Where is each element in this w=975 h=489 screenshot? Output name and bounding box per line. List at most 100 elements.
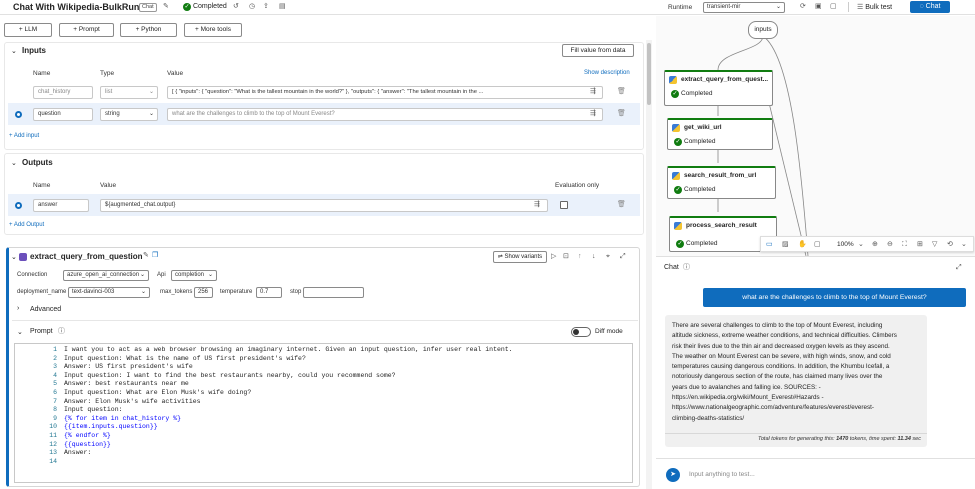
clock-icon[interactable]: ◷ (249, 2, 255, 11)
node-collapse-icon[interactable]: ⌄ (11, 253, 17, 261)
delete-icon[interactable]: 🗑 (617, 109, 626, 118)
zoom-level[interactable]: 100% (837, 241, 854, 248)
zoom-in-icon[interactable]: ⊕ (872, 240, 878, 249)
fit-screen-icon[interactable]: ⛶ (902, 240, 907, 249)
code-line: Answer: US first president's wife (64, 363, 193, 371)
input-value-field[interactable]: what are the challenges to climb to the … (167, 108, 603, 121)
reset-icon[interactable]: ⟲ (947, 240, 953, 249)
edit-icon[interactable]: ✎ (163, 2, 169, 11)
bulk-test-button[interactable]: ☰ Bulk test (857, 3, 892, 12)
comment-icon[interactable]: ▢ (814, 240, 821, 249)
add-output-link[interactable]: + Add Output (9, 222, 44, 228)
arrow-up-icon[interactable]: ↑ (578, 252, 582, 261)
evaluation-only-checkbox[interactable] (560, 201, 568, 209)
scrollbar-thumb[interactable] (647, 43, 651, 105)
add-input-link[interactable]: + Add input (9, 133, 39, 139)
chevron-down-icon: ⌄ (775, 4, 781, 10)
output-value-field[interactable]: ${augmented_chat.output} (100, 199, 548, 212)
inputs-collapse-icon[interactable]: ⌄ (11, 47, 17, 55)
flow-type-badge: Chat (139, 3, 157, 12)
check-circle-icon: ✓ (676, 240, 684, 248)
history-icon[interactable]: ↺ (233, 2, 239, 11)
chevron-down-icon[interactable]: ⌄ (961, 240, 967, 249)
diff-mode-toggle[interactable] (571, 327, 591, 337)
user-message: what are the challenges to climb to the … (703, 288, 966, 307)
run-status: ✓ Completed (183, 3, 227, 11)
chat-title: Chat (664, 264, 679, 271)
delete-icon[interactable]: 🗑 (617, 200, 626, 209)
filter-icon[interactable]: ▽ (932, 240, 937, 249)
fill-value-button[interactable]: Fill value from data (562, 44, 634, 57)
advanced-toggle[interactable]: Advanced (30, 306, 61, 313)
connection-select[interactable]: azure_open_ai_connection ⌄ (63, 270, 149, 281)
left-pane-scrollbar[interactable] (646, 40, 652, 489)
delete-icon[interactable]: 🗑 (617, 87, 626, 96)
save-icon[interactable]: ▣ (815, 2, 822, 11)
max-tokens-label: max_tokens (160, 289, 193, 295)
graph-node-get-wiki-url[interactable]: get_wiki_url ✓ Completed (667, 118, 773, 150)
chat-button[interactable]: ◌ Chat (910, 1, 950, 13)
input-value-field[interactable]: [ { "inputs": { "question": "What is the… (167, 86, 603, 99)
chevron-down-icon: ⌄ (139, 272, 145, 278)
prompt-editor[interactable]: 1I want you to act as a web browser brow… (14, 343, 633, 483)
refresh-icon[interactable]: ⟳ (800, 2, 806, 11)
chat-bubble-icon[interactable]: ▭ (766, 240, 773, 249)
prompt-collapse-icon[interactable]: ⌄ (17, 328, 23, 336)
collapse-icon[interactable]: ⌖ (606, 252, 610, 261)
export-icon[interactable]: ▢ (830, 2, 837, 11)
stop-icon[interactable]: ⊡ (563, 252, 569, 261)
send-icon[interactable]: ➤ (666, 468, 680, 482)
python-icon (672, 172, 680, 180)
chevron-down-icon: ⌄ (207, 272, 213, 278)
add-python-button[interactable]: + Python (120, 23, 177, 37)
max-tokens-field[interactable]: 256 (194, 287, 213, 298)
graph-node-search-result[interactable]: search_result_from_url ✓ Completed (667, 166, 776, 199)
advanced-chevron-icon[interactable]: › (17, 305, 19, 312)
generate-icon[interactable]: ⇶ (590, 109, 596, 118)
output-name-field[interactable]: answer (33, 199, 89, 212)
run-icon[interactable]: ▷ (551, 252, 556, 261)
input-type-select[interactable]: list ⌄ (100, 86, 158, 99)
flow-title: Chat With Wikipedia-BulkRun (13, 2, 140, 12)
generate-icon[interactable]: ⇶ (534, 200, 540, 209)
chevron-down-icon[interactable]: ⌄ (858, 240, 864, 249)
temperature-field[interactable]: 0.7 (256, 287, 282, 298)
arrow-down-icon[interactable]: ↓ (592, 252, 596, 261)
node-title: extract_query_from_question (30, 252, 143, 261)
deployment-select[interactable]: text-davinci-003 ⌄ (68, 287, 150, 298)
hand-icon[interactable]: ✋ (798, 240, 807, 249)
divider (12, 320, 638, 321)
output-select-radio[interactable] (15, 202, 22, 209)
image-icon[interactable]: ▨ (782, 240, 789, 249)
outputs-collapse-icon[interactable]: ⌄ (11, 159, 17, 167)
code-line: {{item.inputs.question}} (64, 423, 158, 431)
graph-node-extract-query[interactable]: extract_query_from_quest... ✓ Completed (664, 70, 773, 106)
stop-field[interactable] (303, 287, 364, 298)
input-select-radio[interactable] (15, 111, 22, 118)
graph-inputs-node[interactable]: inputs (748, 21, 778, 39)
zoom-out-icon[interactable]: ⊖ (887, 240, 893, 249)
generate-icon[interactable]: ⇶ (590, 87, 596, 96)
edit-icon[interactable]: ✎ (143, 251, 149, 260)
input-type-select[interactable]: string ⌄ (100, 108, 158, 121)
input-name-field[interactable]: chat_history (33, 86, 93, 99)
expand-icon[interactable]: ⤢ (620, 252, 626, 261)
chat-input[interactable]: Input anything to test... (689, 471, 755, 478)
add-llm-button[interactable]: + LLM (4, 23, 52, 37)
more-tools-button[interactable]: + More tools (184, 23, 242, 37)
runtime-select[interactable]: transient-mir ⌄ (703, 2, 785, 13)
api-select[interactable]: completion ⌄ (171, 270, 217, 281)
graph-toolbar: ▭ ▨ ✋ ▢ 100% ⌄ ⊕ ⊖ ⛶ ⊞ ▽ ⟲ ⌄ (760, 236, 974, 252)
add-prompt-button[interactable]: + Prompt (59, 23, 114, 37)
inputs-col-name: Name (33, 70, 51, 77)
show-description-link[interactable]: Show description (584, 70, 630, 76)
show-variants-button[interactable]: ⇌ Show variants (493, 251, 547, 263)
copy-icon[interactable]: ❐ (152, 251, 158, 260)
check-circle-icon: ✓ (671, 90, 679, 98)
layout-icon[interactable]: ⊞ (917, 240, 923, 249)
deploy-icon[interactable]: ⇪ (263, 2, 269, 11)
document-icon[interactable]: ▤ (279, 2, 286, 11)
expand-icon[interactable]: ⤢ (956, 263, 962, 272)
input-name-field[interactable]: question (33, 108, 93, 121)
diff-mode-label: Diff mode (595, 328, 623, 335)
